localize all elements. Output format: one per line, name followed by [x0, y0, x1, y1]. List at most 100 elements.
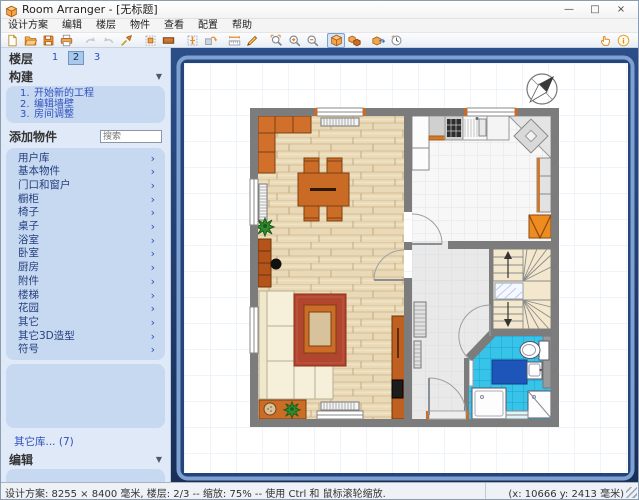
radiator-left[interactable] [259, 184, 267, 220]
measure-tape-icon [228, 34, 241, 47]
materials-icon [162, 34, 175, 47]
save-project-icon [42, 34, 55, 47]
chevron-right-icon: › [151, 275, 155, 289]
log-basket[interactable] [529, 215, 551, 238]
category-row[interactable]: 其它› [6, 316, 165, 330]
category-row[interactable]: 花园› [6, 302, 165, 316]
collapse-arrow-icon[interactable]: ▼ [156, 72, 162, 81]
chevron-right-icon: › [151, 206, 155, 220]
chevron-right-icon: › [151, 302, 155, 316]
draw-walls-button[interactable] [243, 33, 261, 48]
category-row[interactable]: 符号› [6, 343, 165, 357]
hand-pointer-button[interactable] [596, 33, 614, 48]
walkthrough-3d-button[interactable] [369, 33, 387, 48]
svg-text:i: i [622, 36, 625, 45]
build-step-link[interactable]: 3.房间调整 [6, 110, 165, 121]
build-section-header[interactable]: 构建 ▼ [1, 68, 170, 85]
info-button[interactable]: i [614, 33, 632, 48]
category-row[interactable]: 厨房› [6, 261, 165, 275]
coffee-table[interactable] [304, 305, 336, 353]
plant-icon[interactable] [284, 402, 300, 418]
category-row[interactable]: 橱柜› [6, 193, 165, 207]
view-3d-button[interactable] [327, 33, 345, 48]
category-row[interactable]: 门口和窗户› [6, 179, 165, 193]
print-button[interactable] [57, 33, 75, 48]
open-project-button[interactable] [21, 33, 39, 48]
status-bar: 设计方案: 8255 × 8400 毫米, 楼层: 2/3 -- 缩放: 75%… [1, 482, 638, 499]
menu-item[interactable]: 编辑 [55, 19, 89, 33]
save-project-button[interactable] [39, 33, 57, 48]
menu-item[interactable]: 帮助 [225, 19, 259, 33]
collapse-arrow-icon[interactable]: ▼ [156, 455, 162, 464]
app-window: Room Arranger - [无标题] —□× 设计方案编辑楼层物件查看配置… [0, 0, 639, 500]
status-info: 设计方案: 8255 × 8400 毫米, 楼层: 2/3 -- 缩放: 75%… [1, 483, 486, 499]
radiator-top[interactable] [321, 118, 359, 126]
floor-plan-svg[interactable] [171, 48, 639, 484]
close-button[interactable]: × [608, 2, 634, 18]
transform-selection-button[interactable] [183, 33, 201, 48]
category-row[interactable]: 其它3D造型› [6, 330, 165, 344]
floor-button-2[interactable]: 2 [68, 51, 84, 65]
radiator-bottom[interactable] [321, 402, 359, 410]
zoom-out-button[interactable] [303, 33, 321, 48]
floor-button-3[interactable]: 3 [89, 51, 105, 65]
plan-canvas[interactable] [171, 48, 639, 484]
window-controls: —□× [556, 2, 634, 18]
plant-icon[interactable] [256, 218, 274, 236]
floor-button-1[interactable]: 1 [47, 51, 63, 65]
build-step-link[interactable]: 1.开始新的工程 [6, 89, 165, 100]
transform-selection-icon [186, 34, 199, 47]
wardrobe-tv[interactable] [392, 316, 405, 419]
object-browser-button[interactable] [345, 33, 363, 48]
category-row[interactable]: 楼梯› [6, 289, 165, 303]
bath-mat[interactable] [492, 360, 527, 384]
move-objects-icon [204, 34, 217, 47]
build-title: 构建 [9, 68, 33, 85]
texture-editor-icon [144, 34, 157, 47]
menu-item[interactable]: 楼层 [89, 19, 123, 33]
shower[interactable] [472, 388, 506, 419]
resize-grip[interactable] [626, 487, 637, 498]
tall-cabinet-fridge[interactable] [412, 116, 429, 170]
texture-editor-button[interactable] [141, 33, 159, 48]
kitchen-counter[interactable] [429, 116, 509, 140]
right-cabinets[interactable] [537, 158, 551, 212]
move-objects-button[interactable] [201, 33, 219, 48]
maximize-button[interactable]: □ [582, 2, 608, 18]
category-row[interactable]: 桌子› [6, 220, 165, 234]
search-input[interactable] [100, 130, 162, 143]
more-libraries-link[interactable]: 其它库... (7) [1, 432, 170, 451]
zoom-in-button[interactable] [285, 33, 303, 48]
category-row[interactable]: 附件› [6, 275, 165, 289]
menu-item[interactable]: 设计方案 [1, 19, 55, 33]
edit-section-header[interactable]: 编辑 ▼ [1, 451, 170, 468]
category-row[interactable]: 用户库› [6, 152, 165, 166]
minimize-button[interactable]: — [556, 2, 582, 18]
format-painter-button[interactable] [117, 33, 135, 48]
history-button[interactable] [387, 33, 405, 48]
towel-radiator[interactable] [469, 360, 473, 386]
chevron-right-icon: › [151, 193, 155, 207]
info-icon: i [617, 34, 630, 47]
new-document-button[interactable] [3, 33, 21, 48]
chevron-right-icon: › [151, 261, 155, 275]
zoom-in-icon [288, 34, 301, 47]
title-bar: Room Arranger - [无标题] —□× [1, 1, 638, 19]
category-row[interactable]: 浴室› [6, 234, 165, 248]
build-step-link[interactable]: 2.编辑墙壁 [6, 100, 165, 111]
toilet[interactable] [520, 341, 549, 360]
category-row[interactable]: 基本物件› [6, 165, 165, 179]
bath-sink[interactable] [527, 362, 542, 379]
undo-button[interactable] [81, 33, 99, 48]
category-row[interactable]: 卧室› [6, 247, 165, 261]
menu-item[interactable]: 物件 [123, 19, 157, 33]
materials-button[interactable] [159, 33, 177, 48]
menu-item[interactable]: 配置 [191, 19, 225, 33]
category-row[interactable]: 椅子› [6, 206, 165, 220]
zoom-to-selection-button[interactable] [267, 33, 285, 48]
washing-machine[interactable] [528, 391, 551, 418]
stove [447, 119, 461, 137]
measure-tape-button[interactable] [225, 33, 243, 48]
menu-item[interactable]: 查看 [157, 19, 191, 33]
redo-button[interactable] [99, 33, 117, 48]
